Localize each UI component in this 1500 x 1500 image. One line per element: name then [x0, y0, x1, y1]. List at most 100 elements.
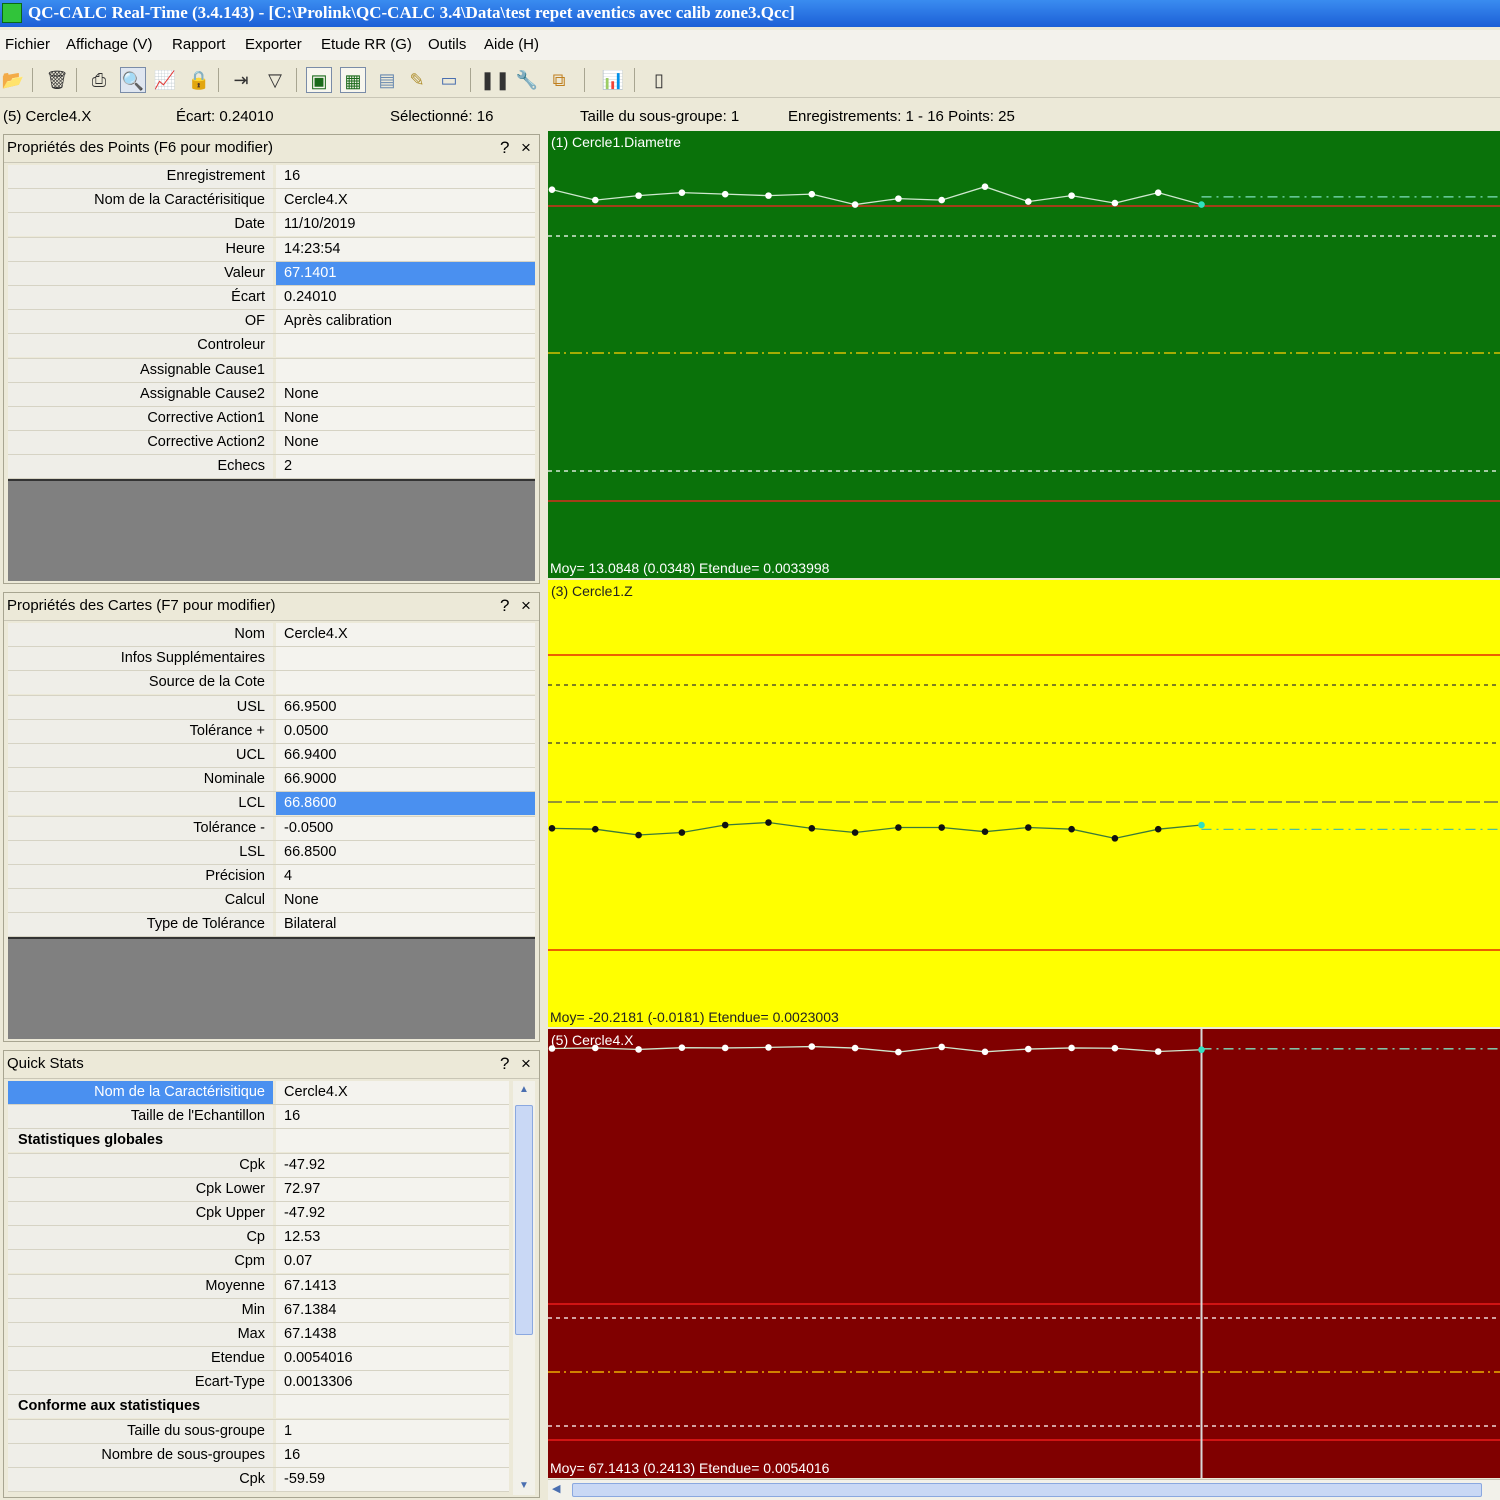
chart-cercle1-z[interactable]: (3) Cercle1.Z Moy= -20.2181 (-0.0181) Ete…: [548, 580, 1500, 1027]
scroll-thumb[interactable]: [515, 1105, 533, 1335]
window-icon[interactable]: ▭: [436, 67, 462, 93]
property-value[interactable]: 66.9400: [276, 743, 535, 767]
group-header[interactable]: Conforme aux statistiques: [8, 1395, 509, 1420]
property-value[interactable]: 66.8500: [276, 840, 535, 864]
property-row-ecart[interactable]: Écart 0.24010: [8, 285, 535, 311]
property-value[interactable]: [276, 334, 535, 358]
property-value[interactable]: 11/10/2019: [276, 213, 535, 237]
property-row-corrective-action2[interactable]: Corrective Action2 None: [8, 431, 535, 456]
property-row-echecs[interactable]: Echecs 2: [8, 455, 535, 480]
copy-icon[interactable]: ⧉: [546, 67, 572, 93]
help-icon[interactable]: ?: [500, 1051, 509, 1077]
property-value[interactable]: 14:23:54: [276, 237, 535, 261]
property-value[interactable]: 0.0013306: [276, 1371, 509, 1395]
property-row-precision[interactable]: Précision 4: [8, 864, 535, 890]
property-value[interactable]: [276, 671, 535, 695]
property-value[interactable]: 4: [276, 864, 535, 888]
property-value[interactable]: None: [276, 889, 535, 913]
property-row-cpm[interactable]: Cpm 0.07: [8, 1250, 509, 1275]
menu-rapport[interactable]: Rapport: [172, 36, 225, 53]
property-value[interactable]: -59.59: [276, 1468, 509, 1491]
property-row-min[interactable]: Min 67.1384: [8, 1298, 509, 1323]
property-row-controleur[interactable]: Controleur: [8, 334, 535, 359]
property-value[interactable]: None: [276, 431, 535, 455]
property-value[interactable]: None: [276, 406, 535, 430]
close-icon[interactable]: ×: [521, 1051, 531, 1077]
menu-fichier[interactable]: Fichier: [5, 36, 50, 53]
property-row-source-de-la-cote[interactable]: Source de la Cote: [8, 671, 535, 696]
goto-icon[interactable]: ⇥: [228, 67, 254, 93]
property-value[interactable]: 0.07: [276, 1250, 509, 1274]
property-row-calcul[interactable]: Calcul None: [8, 889, 535, 914]
property-value[interactable]: 67.1438: [276, 1322, 509, 1346]
property-row-moyenne[interactable]: Moyenne 67.1413: [8, 1274, 509, 1299]
property-value[interactable]: Bilateral: [276, 913, 535, 937]
view-multi-chart-icon[interactable]: ▦: [340, 67, 366, 93]
property-row-lsl[interactable]: LSL 66.8500: [8, 840, 535, 865]
property-row-taille-de-l-echantillon[interactable]: Taille de l'Echantillon 16: [8, 1105, 509, 1130]
property-row-infos-supplementaires[interactable]: Infos Supplémentaires: [8, 647, 535, 672]
property-value[interactable]: 67.1384: [276, 1298, 509, 1322]
property-value[interactable]: 12.53: [276, 1226, 509, 1250]
property-row-date[interactable]: Date 11/10/2019: [8, 213, 535, 238]
property-value[interactable]: 0.24010: [276, 285, 535, 309]
notes-icon[interactable]: ✎: [404, 67, 430, 93]
property-row-nom-de-la-caracterisitique[interactable]: Nom de la Caractérisitique Cercle4.X: [8, 189, 535, 214]
property-row-enregistrement[interactable]: Enregistrement 16: [8, 165, 535, 190]
pause-icon[interactable]: ❚❚: [480, 67, 510, 93]
exit-icon[interactable]: ▯: [646, 67, 672, 93]
property-value[interactable]: 72.97: [276, 1177, 509, 1201]
menu-exporter[interactable]: Exporter: [245, 36, 302, 53]
property-value[interactable]: [276, 647, 535, 671]
property-value[interactable]: 66.9000: [276, 768, 535, 792]
group-header[interactable]: Statistiques globales: [8, 1129, 509, 1154]
help-icon[interactable]: ?: [500, 135, 509, 161]
filter-icon[interactable]: ▽: [262, 67, 288, 93]
property-value[interactable]: [276, 1395, 509, 1419]
scroll-down-icon[interactable]: ▼: [513, 1477, 535, 1495]
property-row-lcl[interactable]: LCL 66.8600: [8, 792, 535, 817]
property-value[interactable]: 67.1401: [276, 261, 535, 285]
property-value[interactable]: 66.9500: [276, 695, 535, 719]
chart-cercle4-x[interactable]: (5) Cercle4.X Moy= 67.1413 (0.2413) Etend…: [548, 1029, 1500, 1478]
property-value[interactable]: 16: [276, 1443, 509, 1467]
property-row-heure[interactable]: Heure 14:23:54: [8, 237, 535, 262]
property-row-cpk-lower[interactable]: Cpk Lower 72.97: [8, 1177, 509, 1202]
property-row-tolerance[interactable]: Tolérance - -0.0500: [8, 816, 535, 841]
close-icon[interactable]: ×: [521, 135, 531, 161]
menu-affichage[interactable]: Affichage (V): [66, 36, 152, 53]
property-value[interactable]: Cercle4.X: [276, 1081, 509, 1104]
property-row-ucl[interactable]: UCL 66.9400: [8, 743, 535, 769]
property-value[interactable]: [276, 1129, 509, 1153]
scroll-thumb[interactable]: [572, 1483, 1482, 1497]
vertical-scrollbar[interactable]: ▲ ▼: [513, 1081, 535, 1495]
property-row-max[interactable]: Max 67.1438: [8, 1322, 509, 1348]
property-value[interactable]: -47.92: [276, 1153, 509, 1177]
property-row-ecart-type[interactable]: Ecart-Type 0.0013306: [8, 1371, 509, 1396]
chart-edit-icon[interactable]: 📈: [152, 67, 178, 93]
wrench-icon[interactable]: 🔧: [514, 67, 540, 93]
menu-outils[interactable]: Outils: [428, 36, 466, 53]
property-row-assignable-cause2[interactable]: Assignable Cause2 None: [8, 382, 535, 407]
property-row-of[interactable]: OF Après calibration: [8, 310, 535, 335]
property-row-type-de-tolerance[interactable]: Type de Tolérance Bilateral: [8, 913, 535, 938]
property-row-tolerance[interactable]: Tolérance +0.0500: [8, 719, 535, 744]
delete-icon[interactable]: 🗑: [44, 67, 70, 93]
property-value[interactable]: None: [276, 382, 535, 406]
property-value[interactable]: 16: [276, 1105, 509, 1129]
property-row-usl[interactable]: USL 66.9500: [8, 695, 535, 720]
property-value[interactable]: 67.1413: [276, 1274, 509, 1298]
scroll-left-icon[interactable]: ◀: [552, 1482, 560, 1495]
bar-chart-icon[interactable]: 📊: [600, 67, 626, 93]
property-value[interactable]: 1: [276, 1419, 509, 1443]
print-preview-icon[interactable]: 🔍: [120, 67, 146, 93]
horizontal-scrollbar[interactable]: ◀: [548, 1479, 1500, 1500]
scroll-up-icon[interactable]: ▲: [513, 1081, 535, 1099]
property-value[interactable]: 0.0054016: [276, 1347, 509, 1371]
property-row-valeur[interactable]: Valeur 67.1401: [8, 261, 535, 286]
menu-etude-rr[interactable]: Etude RR (G): [321, 36, 412, 53]
menu-aide[interactable]: Aide (H): [484, 36, 539, 53]
open-folder-icon[interactable]: 📂: [0, 67, 26, 93]
lock-icon[interactable]: 🔒: [186, 67, 212, 93]
property-value[interactable]: 0.0500: [276, 719, 535, 743]
